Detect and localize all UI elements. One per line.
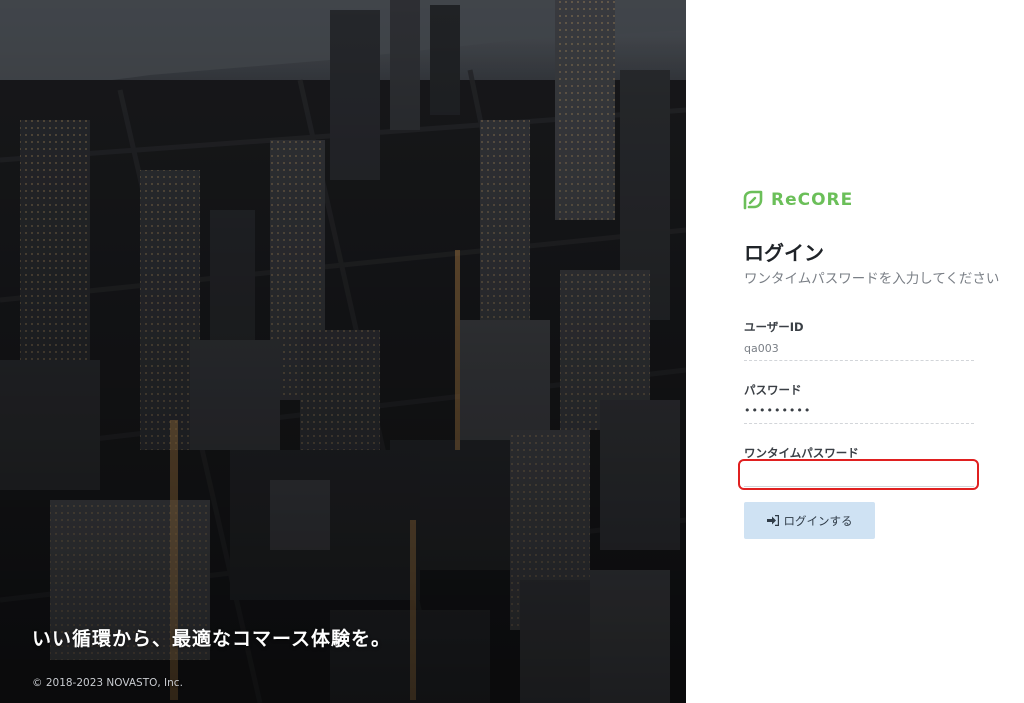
otp-underline xyxy=(744,486,974,487)
brand-logo: ReCORE xyxy=(742,189,853,211)
page-subtitle: ワンタイムパスワードを入力してください xyxy=(744,271,1000,287)
login-panel xyxy=(686,0,1024,703)
user-id-label: ユーザーID xyxy=(744,320,804,334)
login-page: いい循環から、最適なコマース体験を。 © 2018-2023 NOVASTO, … xyxy=(0,0,1024,703)
password-label: パスワード xyxy=(744,383,802,397)
password-field[interactable]: ••••••••• xyxy=(744,404,811,417)
user-id-underline xyxy=(744,360,974,361)
user-id-field[interactable]: qa003 xyxy=(744,342,779,355)
sign-in-icon xyxy=(766,515,779,526)
hero-tagline: いい循環から、最適なコマース体験を。 xyxy=(32,628,392,650)
password-underline xyxy=(744,423,974,424)
page-title: ログイン xyxy=(744,241,824,265)
login-button-label: ログインする xyxy=(783,513,853,528)
copyright-text: © 2018-2023 NOVASTO, Inc. xyxy=(32,677,183,689)
brand-name: ReCORE xyxy=(771,190,854,210)
login-button[interactable]: ログインする xyxy=(744,502,875,539)
recore-leaf-icon xyxy=(743,190,763,210)
city-skyline-image xyxy=(0,0,686,703)
hero-image: いい循環から、最適なコマース体験を。 © 2018-2023 NOVASTO, … xyxy=(0,0,686,703)
